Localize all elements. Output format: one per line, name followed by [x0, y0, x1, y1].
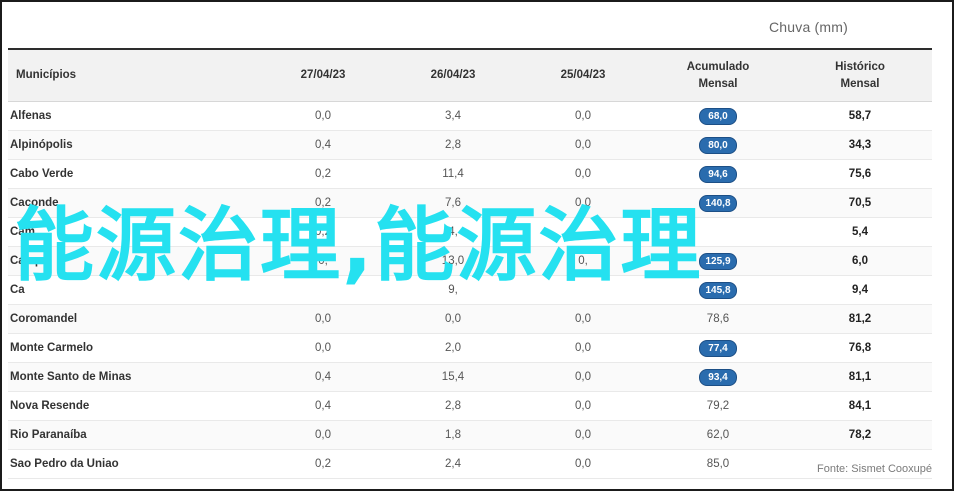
historico-cell: 58,7 [788, 101, 932, 131]
header-municipios: Municípios [8, 50, 258, 102]
municipio-cell: Coromandel [8, 304, 258, 334]
historico-cell: 9,4 [788, 275, 932, 305]
historico-cell: 70,5 [788, 188, 932, 218]
date-2-cell: 2,8 [388, 391, 518, 421]
historico-cell: 78,2 [788, 420, 932, 450]
date-3-cell: 0,0 [518, 362, 648, 392]
acumulado-badge: 80,0 [699, 136, 737, 154]
date-1-cell: 0,0 [258, 101, 388, 131]
table-header-row: Municípios 27/04/23 26/04/23 25/04/23 Ac… [8, 50, 932, 102]
municipio-cell: Sao Pedro da Uniao [8, 449, 258, 479]
table-row: Nova Resende 0,4 2,8 0,0 79,2 84,1 [8, 391, 932, 421]
date-1-cell: 0,2 [258, 449, 388, 479]
acumulado-cell: 62,0 [648, 420, 788, 450]
municipio-cell: Rio Paranaíba [8, 420, 258, 450]
historico-cell: 81,2 [788, 304, 932, 334]
municipio-cell: Monte Santo de Minas [8, 362, 258, 392]
date-3-cell: 0,0 [518, 130, 648, 160]
table-row: Rio Paranaíba 0,0 1,8 0,0 62,0 78,2 [8, 420, 932, 450]
date-1-cell: 0,4 [258, 130, 388, 160]
date-3-cell: 0,0 [518, 159, 648, 189]
date-3-cell: 0,0 [518, 304, 648, 334]
municipio-cell: Alpinópolis [8, 130, 258, 160]
header-date-3: 25/04/23 [518, 50, 648, 102]
historico-cell: 84,1 [788, 391, 932, 421]
acumulado-cell: 80,0 [648, 130, 788, 160]
acumulado-badge: 94,6 [699, 165, 737, 183]
municipio-cell: Alfenas [8, 101, 258, 131]
table-row: Monte Santo de Minas 0,4 15,4 0,0 93,4 81,1 [8, 362, 932, 392]
date-2-cell: 2,8 [388, 130, 518, 160]
acumulado-cell: 77,4 [648, 333, 788, 363]
header-acumulado: Acumulado Mensal [648, 50, 788, 102]
date-3-cell: 0,0 [518, 420, 648, 450]
historico-cell: 76,8 [788, 333, 932, 363]
header-historico-line2: Mensal [840, 77, 880, 90]
date-2-cell: 3,4 [388, 101, 518, 131]
date-2-cell: 11,4 [388, 159, 518, 189]
historico-cell: 75,6 [788, 159, 932, 189]
acumulado-cell: 68,0 [648, 101, 788, 131]
table-row: Alpinópolis 0,4 2,8 0,0 80,0 34,3 [8, 130, 932, 160]
date-1-cell: 0,2 [258, 159, 388, 189]
historico-cell: 34,3 [788, 130, 932, 160]
date-2-cell: 1,8 [388, 420, 518, 450]
date-2-cell: 2,0 [388, 333, 518, 363]
header-date-1: 27/04/23 [258, 50, 388, 102]
header-date-2: 26/04/23 [388, 50, 518, 102]
historico-cell: 81,1 [788, 362, 932, 392]
acumulado-badge: 93,4 [699, 368, 737, 386]
acumulado-badge: 125,9 [699, 252, 737, 270]
acumulado-badge: 145,8 [699, 281, 737, 299]
date-3-cell: 0,0 [518, 101, 648, 131]
date-2-cell: 2,4 [388, 449, 518, 479]
historico-cell: 6,0 [788, 246, 932, 276]
date-1-cell: 0,4 [258, 362, 388, 392]
watermark-overlay-text: 能源治理,能源治理 [14, 199, 703, 292]
municipio-cell: Cabo Verde [8, 159, 258, 189]
acumulado-cell: 78,6 [648, 304, 788, 334]
header-acumulado-line1: Acumulado [686, 60, 750, 73]
date-3-cell: 0,0 [518, 449, 648, 479]
table-row: Sao Pedro da Uniao 0,2 2,4 0,0 85,0 [8, 449, 932, 479]
date-1-cell: 0,0 [258, 333, 388, 363]
date-1-cell: 0,0 [258, 304, 388, 334]
acumulado-cell: 85,0 [648, 449, 788, 479]
date-3-cell: 0,0 [518, 391, 648, 421]
table-row: Coromandel 0,0 0,0 0,0 78,6 81,2 [8, 304, 932, 334]
table-row: Alfenas 0,0 3,4 0,0 68,0 58,7 [8, 101, 932, 131]
acumulado-cell: 79,2 [648, 391, 788, 421]
historico-cell: 5,4 [788, 217, 932, 247]
acumulado-badge: 140,8 [699, 194, 737, 212]
date-2-cell: 0,0 [388, 304, 518, 334]
header-historico: Histórico Mensal [788, 50, 932, 102]
table-row: Monte Carmelo 0,0 2,0 0,0 77,4 76,8 [8, 333, 932, 363]
source-note: Fonte: Sismet Cooxupé [817, 463, 932, 475]
municipio-cell: Monte Carmelo [8, 333, 258, 363]
header-acumulado-line2: Mensal [698, 77, 738, 90]
acumulado-cell: 93,4 [648, 362, 788, 392]
unit-caption: Chuva (mm) [768, 19, 848, 35]
header-historico-line1: Histórico [835, 60, 885, 73]
acumulado-cell: 94,6 [648, 159, 788, 189]
date-2-cell: 15,4 [388, 362, 518, 392]
date-1-cell: 0,4 [258, 391, 388, 421]
table-row: Cabo Verde 0,2 11,4 0,0 94,6 75,6 [8, 159, 932, 189]
date-1-cell: 0,0 [258, 420, 388, 450]
municipio-cell: Nova Resende [8, 391, 258, 421]
date-3-cell: 0,0 [518, 333, 648, 363]
acumulado-badge: 77,4 [699, 339, 737, 357]
acumulado-badge: 68,0 [699, 107, 737, 125]
